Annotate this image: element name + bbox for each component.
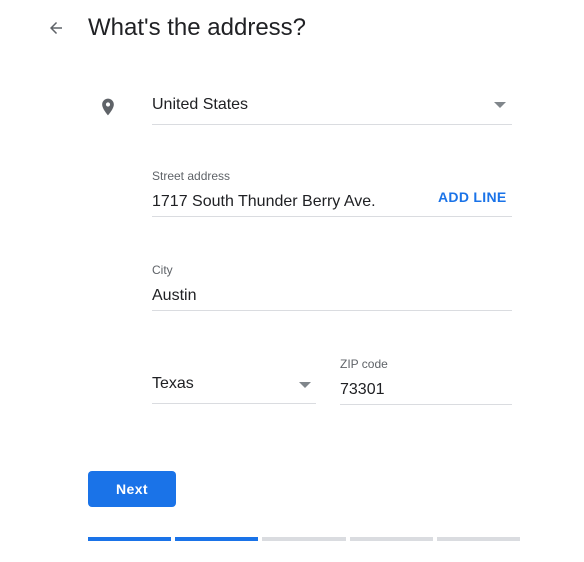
address-page: What's the address? United States Street… [0, 0, 584, 562]
zip-code-label: ZIP code [340, 357, 388, 371]
progress-segment [88, 537, 172, 541]
arrow-left-icon [50, 22, 62, 34]
country-value: United States [152, 96, 249, 113]
country-select[interactable]: United States [152, 88, 512, 125]
back-button[interactable] [42, 14, 70, 42]
next-button[interactable]: Next [88, 471, 176, 507]
street-address-value: 1717 South Thunder Berry Ave. [152, 193, 376, 210]
city-label: City [152, 263, 173, 277]
progress-bar [88, 537, 521, 541]
city-field[interactable]: City Austin [152, 260, 512, 311]
progress-segment [175, 537, 259, 541]
zip-code-field[interactable]: ZIP code 73301 [340, 354, 512, 405]
page-title: What's the address? [88, 14, 307, 41]
add-line-button[interactable]: ADD LINE [438, 189, 507, 205]
state-select[interactable]: Texas [152, 366, 316, 404]
progress-segment [349, 537, 433, 541]
street-address-label: Street address [152, 169, 231, 183]
chevron-down-icon [494, 102, 506, 108]
state-value: Texas [152, 375, 194, 392]
progress-segment [262, 537, 346, 541]
zip-code-value: 73301 [340, 381, 385, 398]
chevron-down-icon [299, 382, 311, 388]
progress-segment [436, 537, 521, 541]
location-pin-icon [102, 98, 114, 116]
city-value: Austin [152, 287, 197, 304]
